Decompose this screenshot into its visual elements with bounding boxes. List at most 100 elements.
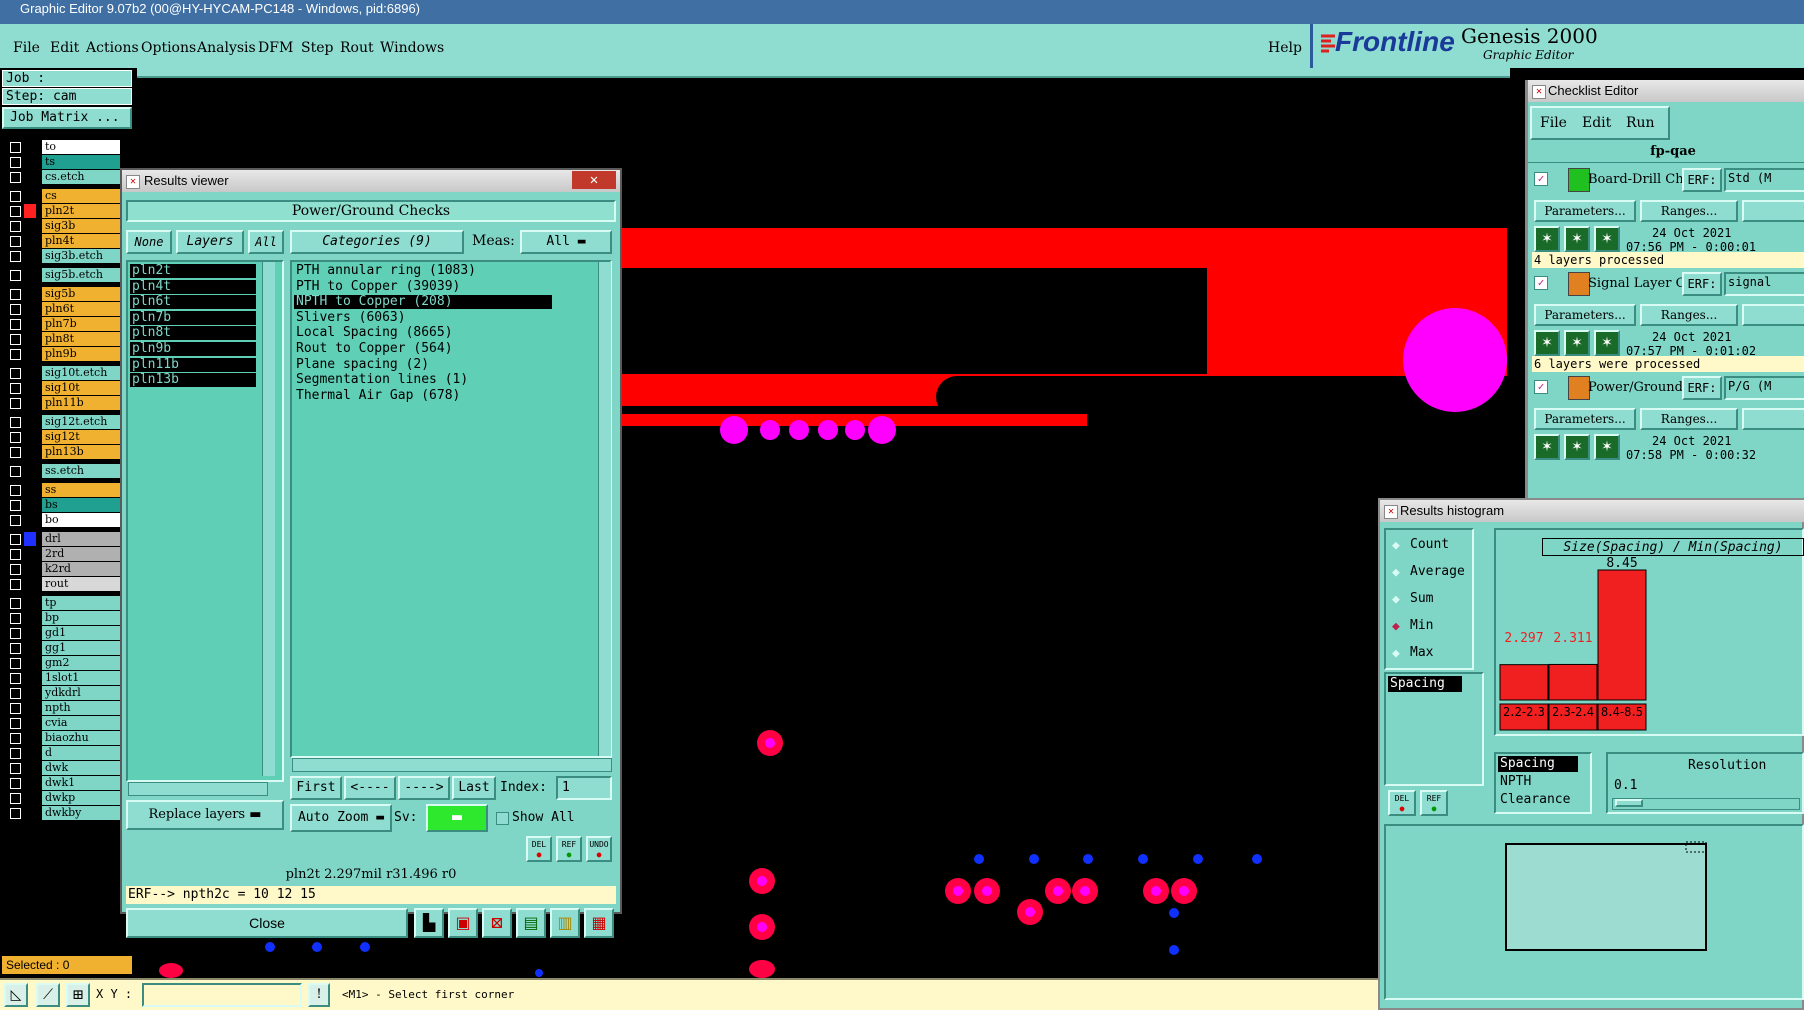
run-icon-button[interactable]: ✶ — [1564, 226, 1590, 252]
layer-checkbox[interactable] — [10, 598, 21, 609]
layer-list-scrollbar[interactable] — [262, 262, 275, 776]
report-icon-button[interactable]: ▤ — [516, 908, 546, 938]
layer-row-bs[interactable]: bs — [6, 498, 120, 512]
layer-checkbox[interactable] — [10, 613, 21, 624]
result-layer-item[interactable]: pln4t — [130, 279, 256, 294]
tool-grid-button[interactable]: ⊞ — [66, 983, 90, 1007]
job-matrix-button[interactable]: Job Matrix ... — [2, 107, 132, 129]
layer-checkbox[interactable] — [10, 643, 21, 654]
histogram-attribute-list[interactable]: Spacing NPTH Clearance — [1494, 752, 1592, 814]
menu-dfm[interactable]: DFM — [258, 40, 293, 56]
layers-button[interactable]: Layers — [176, 230, 244, 254]
layer-row-gd1[interactable]: gd1 — [6, 626, 120, 640]
notes-icon-button[interactable]: ▥ — [550, 908, 580, 938]
item-check-checkbox[interactable]: ✓ — [1534, 172, 1548, 186]
layer-row-to[interactable]: to — [6, 140, 120, 154]
sv-color-select[interactable]: ▬ — [426, 804, 488, 832]
histogram-bar[interactable] — [1597, 569, 1647, 701]
layer-checkbox[interactable] — [10, 808, 21, 819]
menu-options[interactable]: Options — [141, 40, 196, 56]
layer-checkbox[interactable] — [10, 334, 21, 345]
layer-row-pln9b[interactable]: pln9b — [6, 347, 120, 361]
layer-checkbox[interactable] — [10, 703, 21, 714]
run-icon-button[interactable]: ✶ — [1534, 226, 1560, 252]
menu-help[interactable]: Help — [1268, 40, 1302, 56]
layer-row-sig10t[interactable]: sig10t — [6, 381, 120, 395]
layer-row-dwkp[interactable]: dwkp — [6, 791, 120, 805]
ranges-button[interactable]: Ranges... — [1640, 304, 1738, 326]
ranges-button[interactable]: Ranges... — [1640, 408, 1738, 430]
del-button[interactable]: DEL ● — [526, 836, 552, 862]
replace-layers-dropdown[interactable]: Replace layers ▬ — [126, 800, 284, 830]
checklist-menu-edit[interactable]: Edit — [1582, 115, 1611, 131]
category-item[interactable]: PTH annular ring (1083) — [294, 264, 552, 278]
layer-row-pln2t[interactable]: pln2t — [6, 204, 120, 218]
layer-checkbox[interactable] — [10, 206, 21, 217]
mode-radio-count[interactable]: ◆ Count — [1392, 536, 1472, 554]
hist-del-button[interactable]: DEL ● — [1388, 790, 1416, 816]
undo-button[interactable]: UNDO ● — [586, 836, 612, 862]
layer-row-d[interactable]: d — [6, 746, 120, 760]
close-icon[interactable]: ✕ — [572, 171, 616, 189]
layer-checkbox[interactable] — [10, 398, 21, 409]
categories-scrollbar[interactable] — [598, 262, 611, 756]
tool-measure-button[interactable]: ⟋ — [36, 983, 60, 1007]
layer-checkbox[interactable] — [10, 718, 21, 729]
menu-actions[interactable]: Actions — [86, 40, 139, 56]
histogram-list-item[interactable]: Spacing — [1388, 676, 1462, 692]
layer-row-bp[interactable]: bp — [6, 611, 120, 625]
layer-row-sig3b[interactable]: sig3b — [6, 219, 120, 233]
run-icon-button[interactable]: ✶ — [1564, 434, 1590, 460]
item-check-checkbox[interactable]: ✓ — [1534, 380, 1548, 394]
mode-radio-max[interactable]: ◆ Max — [1392, 644, 1472, 662]
menu-rout[interactable]: Rout — [340, 40, 374, 56]
mode-radio-sum[interactable]: ◆ Sum — [1392, 590, 1472, 608]
extra-button[interactable] — [1742, 304, 1804, 326]
category-item[interactable]: Thermal Air Gap (678) — [294, 388, 552, 403]
categories-hscrollbar[interactable] — [292, 758, 612, 772]
layer-checkbox[interactable] — [10, 191, 21, 202]
layer-row-tp[interactable]: tp — [6, 596, 120, 610]
layer-checkbox[interactable] — [10, 500, 21, 511]
meas-select[interactable]: All ▬ — [520, 230, 612, 254]
layer-checkbox[interactable] — [10, 658, 21, 669]
parameters-button[interactable]: Parameters... — [1534, 408, 1636, 430]
result-layer-item[interactable]: pln8t — [130, 326, 256, 341]
run-icon-button[interactable]: ✶ — [1564, 330, 1590, 356]
layer-checkbox[interactable] — [10, 485, 21, 496]
layer-row-ss[interactable]: ss — [6, 483, 120, 497]
result-layer-item[interactable]: pln2t — [130, 264, 256, 278]
layer-row-ydkdrl[interactable]: ydkdrl — [6, 686, 120, 700]
layer-row-pln4t[interactable]: pln4t — [6, 234, 120, 248]
close-button[interactable]: Close — [126, 908, 408, 938]
layer-row-sig12t[interactable]: sig12t — [6, 430, 120, 444]
erf-button[interactable]: ERF: — [1682, 168, 1722, 192]
layer-row-2rd[interactable]: 2rd — [6, 547, 120, 561]
layer-results-list[interactable]: pln2t pln4t pln6t pln7b pln8t pln9b pln11b pln1… — [126, 260, 284, 782]
menu-edit[interactable]: Edit — [50, 40, 79, 56]
category-item[interactable]: Segmentation lines (1) — [294, 373, 552, 387]
layer-row-sig5b-etch[interactable]: sig5b.etch — [6, 268, 120, 282]
layer-row-sig12t-etch[interactable]: sig12t.etch — [6, 415, 120, 429]
all-button[interactable]: All — [248, 230, 284, 254]
layer-checkbox[interactable] — [10, 319, 21, 330]
category-item[interactable]: NPTH to Copper (208) — [294, 295, 552, 310]
layer-checkbox[interactable] — [10, 564, 21, 575]
layer-checkbox[interactable] — [10, 534, 21, 545]
layer-row-cvia[interactable]: cvia — [6, 716, 120, 730]
category-item[interactable]: Slivers (6063) — [294, 310, 552, 325]
run-icon-button[interactable]: ✶ — [1594, 226, 1620, 252]
category-item[interactable]: Rout to Copper (564) — [294, 342, 552, 356]
layer-checkbox[interactable] — [10, 251, 21, 262]
histogram-bar[interactable] — [1548, 663, 1598, 701]
result-layer-item[interactable]: pln9b — [130, 342, 256, 356]
layer-row-pln13b[interactable]: pln13b — [6, 445, 120, 459]
layer-row-1slot1[interactable]: 1slot1 — [6, 671, 120, 685]
layer-row-pln8t[interactable]: pln8t — [6, 332, 120, 346]
layer-row-sig3b-etch[interactable]: sig3b.etch — [6, 249, 120, 263]
first-button[interactable]: First — [290, 776, 342, 800]
run-icon-button[interactable]: ✶ — [1534, 330, 1560, 356]
layer-checkbox[interactable] — [10, 688, 21, 699]
layer-row-cs-etch[interactable]: cs.etch — [6, 170, 120, 184]
layer-row-cs[interactable]: cs — [6, 189, 120, 203]
